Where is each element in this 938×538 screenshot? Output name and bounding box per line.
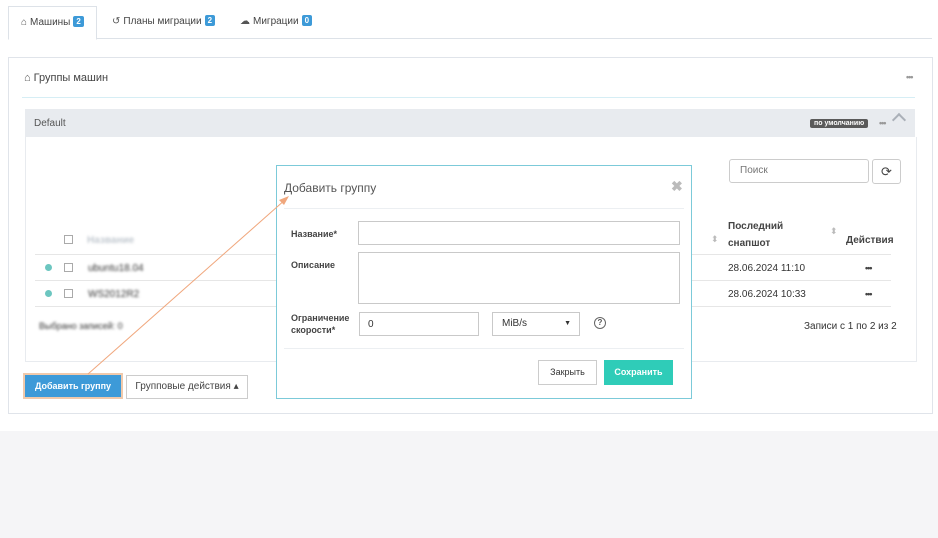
search-input[interactable] (738, 164, 862, 177)
row-checkbox[interactable] (64, 289, 73, 298)
modal-close-button[interactable]: Закрыть (538, 360, 597, 385)
modal-save-button[interactable]: Сохранить (604, 360, 673, 385)
group-name: Default (34, 118, 66, 129)
row-menu-icon[interactable]: ••• (865, 289, 873, 299)
name-input[interactable] (358, 221, 680, 245)
status-indicator (45, 264, 52, 271)
panel-menu-icon[interactable]: ••• (906, 72, 914, 82)
column-header-actions: Действия (846, 235, 894, 246)
machine-name[interactable]: ubuntu18.04 (88, 263, 144, 274)
chevron-up-icon[interactable] (891, 112, 907, 128)
speed-limit-label: Ограничение скорости* (291, 313, 350, 335)
speed-unit-select[interactable]: MiB/s ▼ (492, 312, 580, 336)
search-box[interactable] (729, 159, 869, 183)
divider (284, 208, 684, 209)
group-actions-button[interactable]: Групповые действия ▴ (126, 375, 248, 399)
description-label: Описание (291, 260, 336, 270)
snapshot-date: 28.06.2024 10:33 (728, 289, 806, 300)
tab-migrations[interactable]: ☁ Миграции 0 (228, 6, 324, 38)
count-badge: 2 (73, 16, 84, 27)
row-menu-icon[interactable]: ••• (865, 263, 873, 273)
sort-icon[interactable]: ⬍ (711, 234, 719, 245)
modal-title: Добавить группу (284, 181, 377, 195)
speed-limit-input[interactable] (359, 312, 479, 336)
snapshot-date: 28.06.2024 11:10 (728, 263, 806, 274)
tab-bar: ⌂ Машины 2 ↺ Планы миграции 2 ☁ Миграции 0 (8, 6, 932, 40)
history-icon: ↺ (112, 16, 121, 27)
column-header-name[interactable]: Название (87, 235, 134, 246)
refresh-button[interactable]: ⟳ (872, 159, 901, 184)
add-group-modal: Добавить группу ✖ Название* Описание Огр… (276, 165, 692, 399)
tab-migration-plans[interactable]: ↺ Планы миграции 2 (100, 6, 227, 38)
refresh-icon: ⟳ (881, 164, 892, 179)
records-info: Записи с 1 по 2 из 2 (804, 321, 897, 332)
group-menu-icon[interactable]: ••• (879, 118, 887, 128)
count-badge: 0 (301, 15, 313, 26)
selected-count: Выбрано записей: 0 (39, 321, 123, 331)
divider (22, 97, 915, 98)
home-icon: ⌂ (24, 72, 31, 84)
default-badge: по умолчанию (810, 119, 869, 128)
status-indicator (45, 290, 52, 297)
column-header-snapshot[interactable]: Последний снапшот (728, 218, 783, 252)
panel-title: ⌂ Группы машин (24, 72, 109, 84)
description-textarea[interactable] (358, 252, 680, 304)
name-label: Название* (291, 229, 337, 239)
sort-icon[interactable]: ⬍ (830, 226, 838, 237)
cloud-icon: ☁ (240, 16, 250, 27)
close-icon[interactable]: ✖ (671, 178, 683, 195)
count-badge: 2 (204, 15, 216, 26)
group-header[interactable]: Default по умолчанию ••• (25, 109, 915, 137)
home-icon: ⌂ (21, 17, 28, 28)
help-icon[interactable]: ? (594, 317, 606, 329)
divider (284, 348, 684, 349)
tab-machines[interactable]: ⌂ Машины 2 (8, 6, 97, 40)
add-group-button[interactable]: Добавить группу (23, 373, 123, 399)
caret-down-icon: ▼ (564, 320, 571, 327)
machine-name[interactable]: WS2012R2 (88, 289, 139, 300)
row-checkbox[interactable] (64, 263, 73, 272)
select-all-checkbox[interactable] (64, 235, 73, 244)
